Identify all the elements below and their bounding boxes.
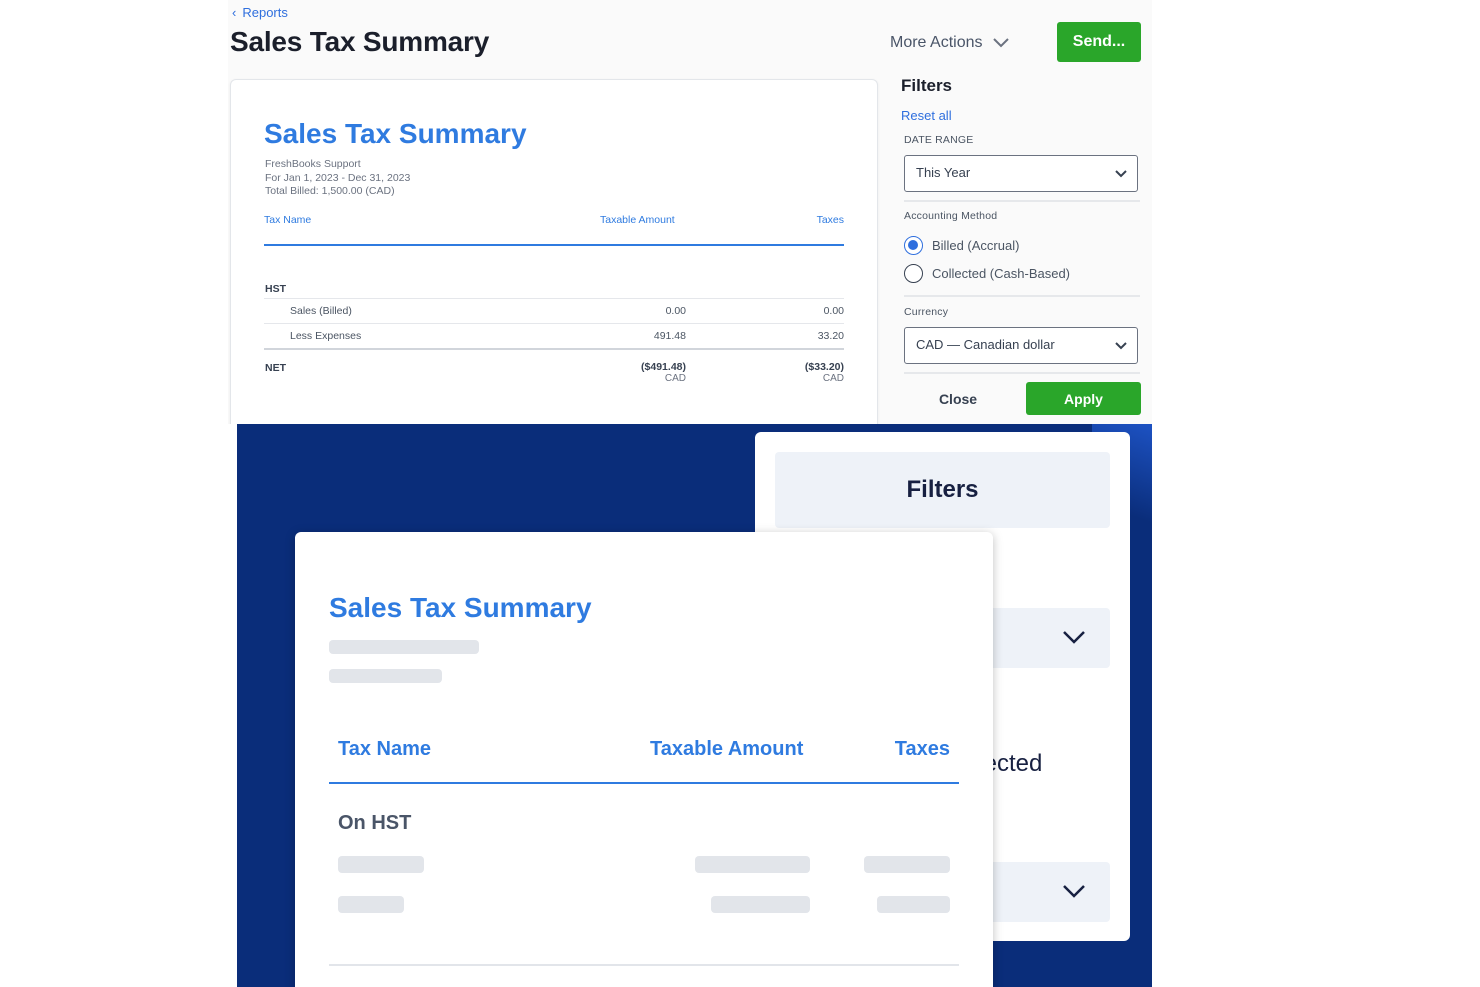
chevron-down-icon [1115, 170, 1127, 178]
filters-title: Filters [901, 76, 953, 95]
filters-panel-title: Filters [775, 452, 1110, 528]
currency-value: CAD — Canadian dollar [916, 337, 1055, 352]
net-row: NET ($491.48) CAD ($33.20) CAD [264, 348, 844, 388]
placeholder-cell [711, 896, 810, 913]
more-actions-dropdown[interactable]: More Actions [890, 34, 1010, 52]
report-date-range: For Jan 1, 2023 - Dec 31, 2023 [265, 171, 411, 184]
net-taxes-value: ($33.20) [804, 361, 844, 373]
column-taxes: Taxes [816, 214, 844, 226]
row-taxes: 0.00 [823, 305, 844, 317]
report-company: FreshBooks Support [265, 158, 361, 170]
chevron-down-icon [1063, 631, 1085, 644]
report-card-illustration: Sales Tax Summary Tax Name Taxable Amoun… [295, 532, 993, 987]
report-title: Sales Tax Summary [329, 592, 592, 623]
row-taxable: 491.48 [653, 330, 686, 342]
report-meta: FreshBooks Support For Jan 1, 2023 - Dec… [265, 158, 410, 199]
placeholder-cell [695, 856, 810, 873]
apply-button[interactable]: Apply [1026, 382, 1141, 415]
row-taxes: 33.20 [817, 330, 844, 342]
report-table-header: Tax Name Taxable Amount Taxes [264, 214, 844, 246]
accounting-method-label: Accounting Method [904, 210, 998, 222]
page-title: Sales Tax Summary [230, 26, 490, 57]
column-taxable-amount: Taxable Amount [600, 214, 675, 226]
report-title: Sales Tax Summary [264, 118, 527, 149]
net-taxable-value: ($491.48) [641, 361, 686, 373]
tax-section-label: HST [265, 283, 286, 295]
radio-label: Collected (Cash-Based) [932, 266, 1071, 281]
date-range-select[interactable]: This Year [904, 155, 1138, 192]
report-table-header: Tax Name Taxable Amount Taxes [329, 732, 959, 784]
column-taxes: Taxes [894, 738, 950, 760]
currency-select[interactable]: CAD — Canadian dollar [904, 327, 1138, 364]
row-taxable: 0.00 [665, 305, 686, 317]
column-taxable-amount: Taxable Amount [650, 738, 804, 760]
placeholder-line [329, 669, 442, 683]
reset-all-link[interactable]: Reset all [901, 108, 952, 123]
divider [904, 295, 1140, 297]
placeholder-cell [338, 856, 424, 873]
net-taxable: ($491.48) CAD [641, 361, 686, 384]
chevron-down-icon [1115, 342, 1127, 350]
radio-collected-cash[interactable]: Collected (Cash-Based) [904, 264, 1070, 283]
divider [904, 200, 1140, 202]
breadcrumb-reports[interactable]: Reports [242, 5, 288, 20]
currency-label: Currency [904, 306, 949, 318]
divider [329, 964, 959, 966]
radio-selected-icon[interactable] [904, 236, 923, 255]
bottom-illustration: Filters llected Sales Tax Summary Tax Na… [237, 424, 1152, 987]
report-card: Sales Tax Summary FreshBooks Support For… [230, 79, 878, 424]
net-label: NET [265, 362, 286, 374]
radio-billed-accrual[interactable]: Billed (Accrual) [904, 236, 1019, 255]
placeholder-cell [877, 896, 950, 913]
placeholder-cell [338, 896, 404, 913]
net-taxes: ($33.20) CAD [805, 361, 844, 384]
table-row: Sales (Billed) 0.00 0.00 [264, 298, 844, 322]
close-button[interactable]: Close [928, 389, 988, 409]
top-screenshot: ‹ Reports Sales Tax Summary More Actions… [228, 0, 1152, 424]
breadcrumb[interactable]: ‹ Reports [232, 5, 288, 20]
column-tax-name: Tax Name [264, 214, 312, 226]
chevron-down-icon [993, 38, 1010, 48]
tax-section-label: On HST [338, 812, 412, 834]
more-actions-label: More Actions [890, 34, 983, 51]
send-button[interactable]: Send... [1057, 22, 1141, 62]
row-name: Less Expenses [290, 330, 362, 342]
date-range-label: DATE RANGE [904, 134, 974, 146]
column-tax-name: Tax Name [338, 738, 432, 760]
table-row: Less Expenses 491.48 33.20 [264, 323, 844, 347]
net-taxable-currency: CAD [664, 373, 686, 384]
chevron-left-icon: ‹ [232, 5, 237, 20]
date-range-value: This Year [916, 165, 971, 180]
net-taxes-currency: CAD [822, 373, 844, 384]
divider [904, 372, 1140, 374]
radio-unselected-icon[interactable] [904, 264, 923, 283]
report-total-billed: Total Billed: 1,500.00 (CAD) [265, 185, 395, 197]
row-name: Sales (Billed) [290, 305, 352, 317]
radio-label: Billed (Accrual) [932, 238, 1020, 253]
placeholder-line [329, 640, 479, 654]
placeholder-cell [864, 856, 950, 873]
chevron-down-icon [1063, 885, 1085, 898]
